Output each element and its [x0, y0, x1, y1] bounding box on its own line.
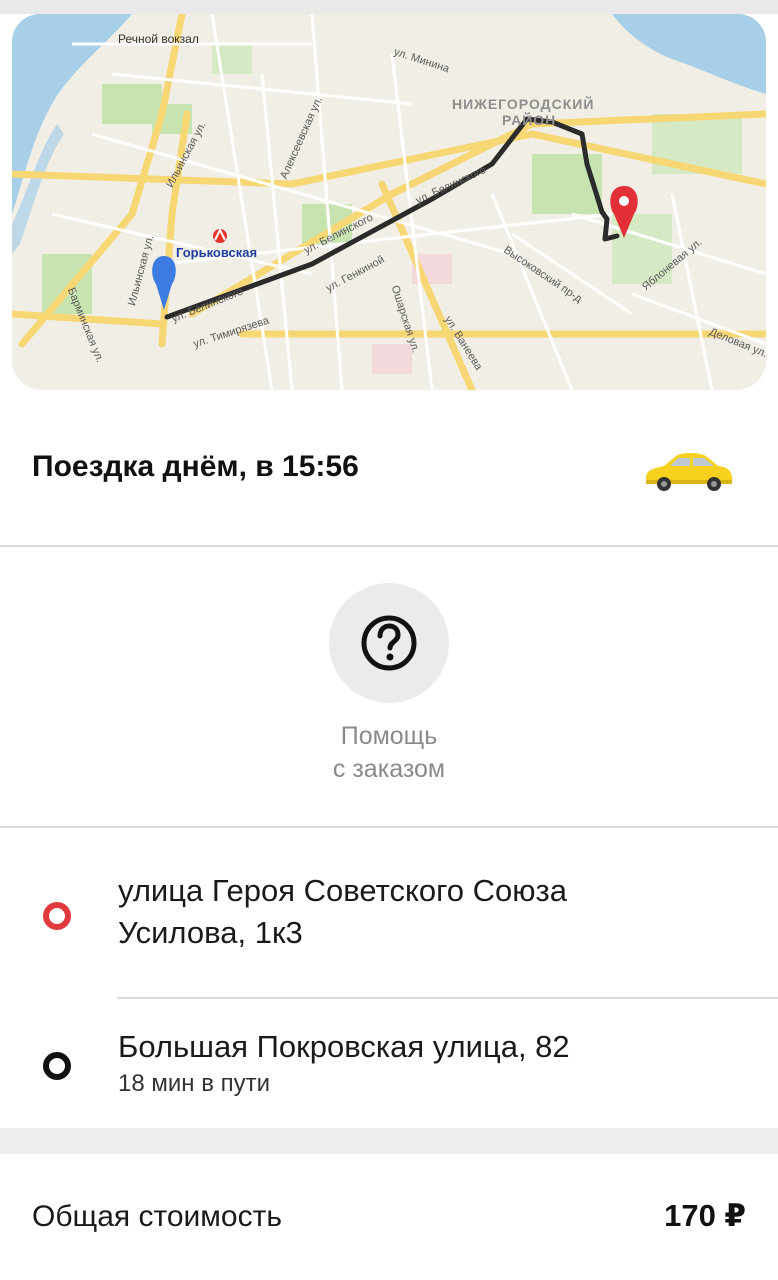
river-station-label: Речной вокзал [118, 32, 199, 46]
destination-address: Большая Покровская улица, 82 [118, 1029, 570, 1064]
trip-title: Поездка днём, в 15:56 [32, 450, 359, 483]
metro-icon [213, 227, 227, 243]
help-label-line1: Помощь [340, 722, 438, 750]
help-button[interactable] [329, 583, 449, 703]
section-separator [0, 1128, 778, 1154]
question-circle-icon [361, 615, 417, 671]
route-map[interactable]: Речной вокзал НИЖЕГОРОДСКИЙ РАЙОН Горько… [12, 14, 766, 390]
origin-address-line1: улица Героя Советского Союза [118, 873, 567, 908]
help-label[interactable]: Помощь с заказом [289, 720, 489, 786]
divider [0, 545, 778, 547]
district-label-line2: РАЙОН [502, 112, 557, 128]
trip-duration: 18 мин в пути [118, 1070, 271, 1097]
divider [0, 826, 778, 828]
divider [117, 997, 778, 999]
top-edge [0, 0, 778, 14]
origin-address: улица Героя Советского Союза Усилова, 1к… [118, 870, 567, 954]
help-label-line2: с заказом [332, 755, 446, 783]
origin-ring-icon [43, 902, 71, 930]
total-cost-value: 170 ₽ [664, 1198, 746, 1233]
route-point-destination[interactable]: Большая Покровская улица, 82 18 мин в пу… [0, 1010, 778, 1120]
map-canvas [12, 14, 766, 390]
metro-station-label: Горьковская [176, 245, 258, 260]
total-cost-label: Общая стоимость [32, 1200, 282, 1233]
origin-address-line2: Усилова, 1к3 [118, 915, 303, 950]
route-point-origin[interactable]: улица Героя Советского Союза Усилова, 1к… [0, 860, 778, 990]
destination-ring-icon [43, 1052, 71, 1080]
district-label: НИЖЕГОРОДСКИЙ [452, 96, 595, 112]
taxi-car-icon [640, 448, 734, 494]
